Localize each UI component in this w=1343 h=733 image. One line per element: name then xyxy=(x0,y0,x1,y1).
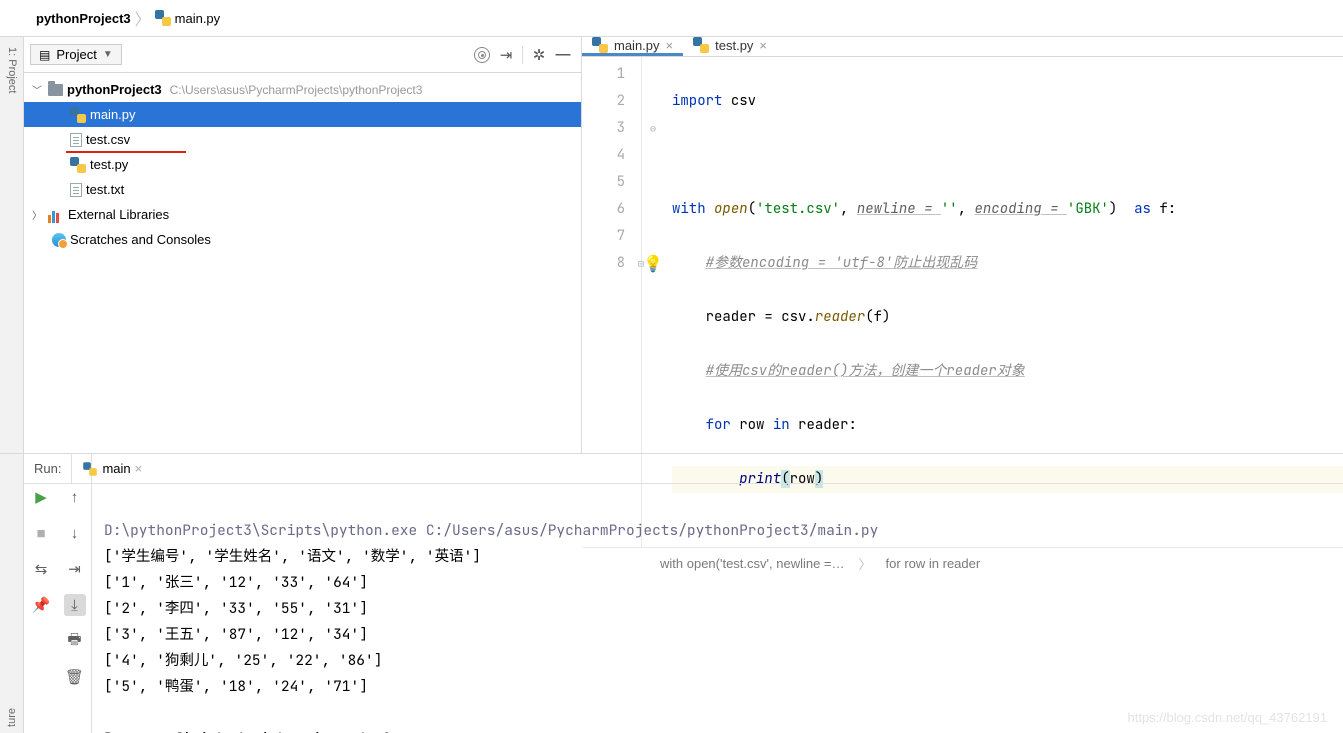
down-icon[interactable]: ↓ xyxy=(64,522,86,544)
breadcrumb-project[interactable]: pythonProject3 xyxy=(36,11,131,26)
run-tab-main[interactable]: main × xyxy=(72,454,152,483)
fold-start-icon[interactable]: ⊖ xyxy=(650,115,656,142)
python-file-icon xyxy=(155,10,171,26)
tree-file-test-csv[interactable]: test.csv xyxy=(24,127,581,152)
editor-panel: main.py × test.py × 1 2 3 4 5 xyxy=(582,37,1343,453)
stop-icon[interactable]: ■ xyxy=(30,522,52,544)
close-tab-icon[interactable]: × xyxy=(666,38,674,53)
project-tree[interactable]: ﹀ pythonProject3 C:\Users\asus\PycharmPr… xyxy=(24,73,581,453)
run-toolbar-secondary: ↑ ↓ ⇥ ⤓ 🖶 🗑 xyxy=(58,454,92,733)
output-line: ['3', '王五', '87', '12', '34'] xyxy=(104,625,368,644)
tree-file-test-txt[interactable]: test.txt xyxy=(24,177,581,202)
python-file-icon xyxy=(84,462,98,476)
intention-bulb-icon[interactable]: 💡 xyxy=(643,250,663,277)
text-file-icon xyxy=(70,183,82,197)
gear-icon[interactable]: ✲ xyxy=(527,43,551,67)
hide-panel-icon[interactable]: — xyxy=(551,43,575,67)
chevron-down-icon: ▼ xyxy=(103,49,113,60)
folder-icon xyxy=(48,84,63,96)
editor-tab-test-py[interactable]: test.py × xyxy=(683,37,777,56)
scratches-icon xyxy=(52,233,66,247)
left-tool-rail: 1: Project xyxy=(0,37,24,453)
output-line: ['1', '张三', '12', '33', '64'] xyxy=(104,573,368,592)
wrap-icon[interactable]: ⇥ xyxy=(64,558,86,580)
close-tab-icon[interactable]: × xyxy=(135,461,143,476)
print-icon[interactable]: 🖶 xyxy=(64,630,86,652)
project-view-dropdown[interactable]: ▤ Project ▼ xyxy=(30,44,122,65)
breadcrumb-bar: pythonProject3 〉 main.py xyxy=(0,0,1343,36)
chevron-right-icon[interactable]: 〉 xyxy=(30,207,44,222)
editor-tab-bar: main.py × test.py × xyxy=(582,37,1343,57)
run-header: Run: main × xyxy=(24,454,1343,484)
python-file-icon xyxy=(592,37,608,53)
output-line: ['5', '鸭蛋', '18', '24', '71'] xyxy=(104,677,368,696)
close-tab-icon[interactable]: × xyxy=(759,38,767,53)
python-file-icon xyxy=(70,107,86,123)
run-panel: ture ▶ ■ ⇆ 📌 ↑ ↓ ⇥ ⤓ 🖶 🗑 Run: main xyxy=(0,453,1343,733)
python-file-icon xyxy=(70,157,86,173)
red-underline-annotation xyxy=(66,151,186,153)
breadcrumb-separator-icon: 〉 xyxy=(135,6,151,30)
tree-scratches[interactable]: Scratches and Consoles xyxy=(24,227,581,252)
run-panel-label: Run: xyxy=(24,461,71,476)
bottom-left-rail: ture xyxy=(0,454,24,733)
run-toolbar-primary: ▶ ■ ⇆ 📌 xyxy=(24,454,58,733)
run-output[interactable]: D:\pythonProject3\Scripts\python.exe C:/… xyxy=(92,484,1343,733)
tree-root[interactable]: ﹀ pythonProject3 C:\Users\asus\PycharmPr… xyxy=(24,77,581,102)
run-command-line: D:\pythonProject3\Scripts\python.exe C:/… xyxy=(104,521,878,540)
exit-line: Process finished with exit code 0 xyxy=(104,729,391,733)
tree-file-main-py[interactable]: main.py xyxy=(24,102,581,127)
watermark-text: https://blog.csdn.net/qq_43762191 xyxy=(1128,710,1328,725)
project-tool-tab[interactable]: 1: Project xyxy=(6,43,18,103)
tree-file-test-py[interactable]: test.py xyxy=(24,152,581,177)
up-icon[interactable]: ↑ xyxy=(64,486,86,508)
fold-end-icon[interactable]: ⊟ xyxy=(638,250,644,277)
project-panel: ▤ Project ▼ ⇥ ✲ — ﹀ pythonProject3 C:\Us… xyxy=(24,37,582,453)
pin-icon[interactable]: 📌 xyxy=(30,594,52,616)
chevron-down-icon[interactable]: ﹀ xyxy=(30,82,44,97)
python-file-icon xyxy=(693,37,709,53)
output-line: ['2', '李四', '33', '55', '31'] xyxy=(104,599,368,618)
output-line: ['4', '狗剩儿', '25', '22', '86'] xyxy=(104,651,382,670)
tree-external-libraries[interactable]: 〉 External Libraries xyxy=(24,202,581,227)
libraries-icon xyxy=(48,207,64,223)
text-file-icon xyxy=(70,133,82,147)
collapse-all-icon[interactable]: ⇥ xyxy=(494,43,518,67)
trash-icon[interactable]: 🗑 xyxy=(64,666,86,688)
scroll-to-end-icon[interactable]: ⤓ xyxy=(64,594,86,616)
project-panel-header: ▤ Project ▼ ⇥ ✲ — xyxy=(24,37,581,73)
editor-tab-main-py[interactable]: main.py × xyxy=(582,37,683,56)
rerun-icon[interactable]: ▶ xyxy=(30,486,52,508)
locate-icon[interactable] xyxy=(470,43,494,67)
output-line: ['学生编号', '学生姓名', '语文', '数学', '英语'] xyxy=(104,547,481,566)
layout-icon[interactable]: ⇆ xyxy=(30,558,52,580)
breadcrumb-file[interactable]: main.py xyxy=(175,11,221,26)
